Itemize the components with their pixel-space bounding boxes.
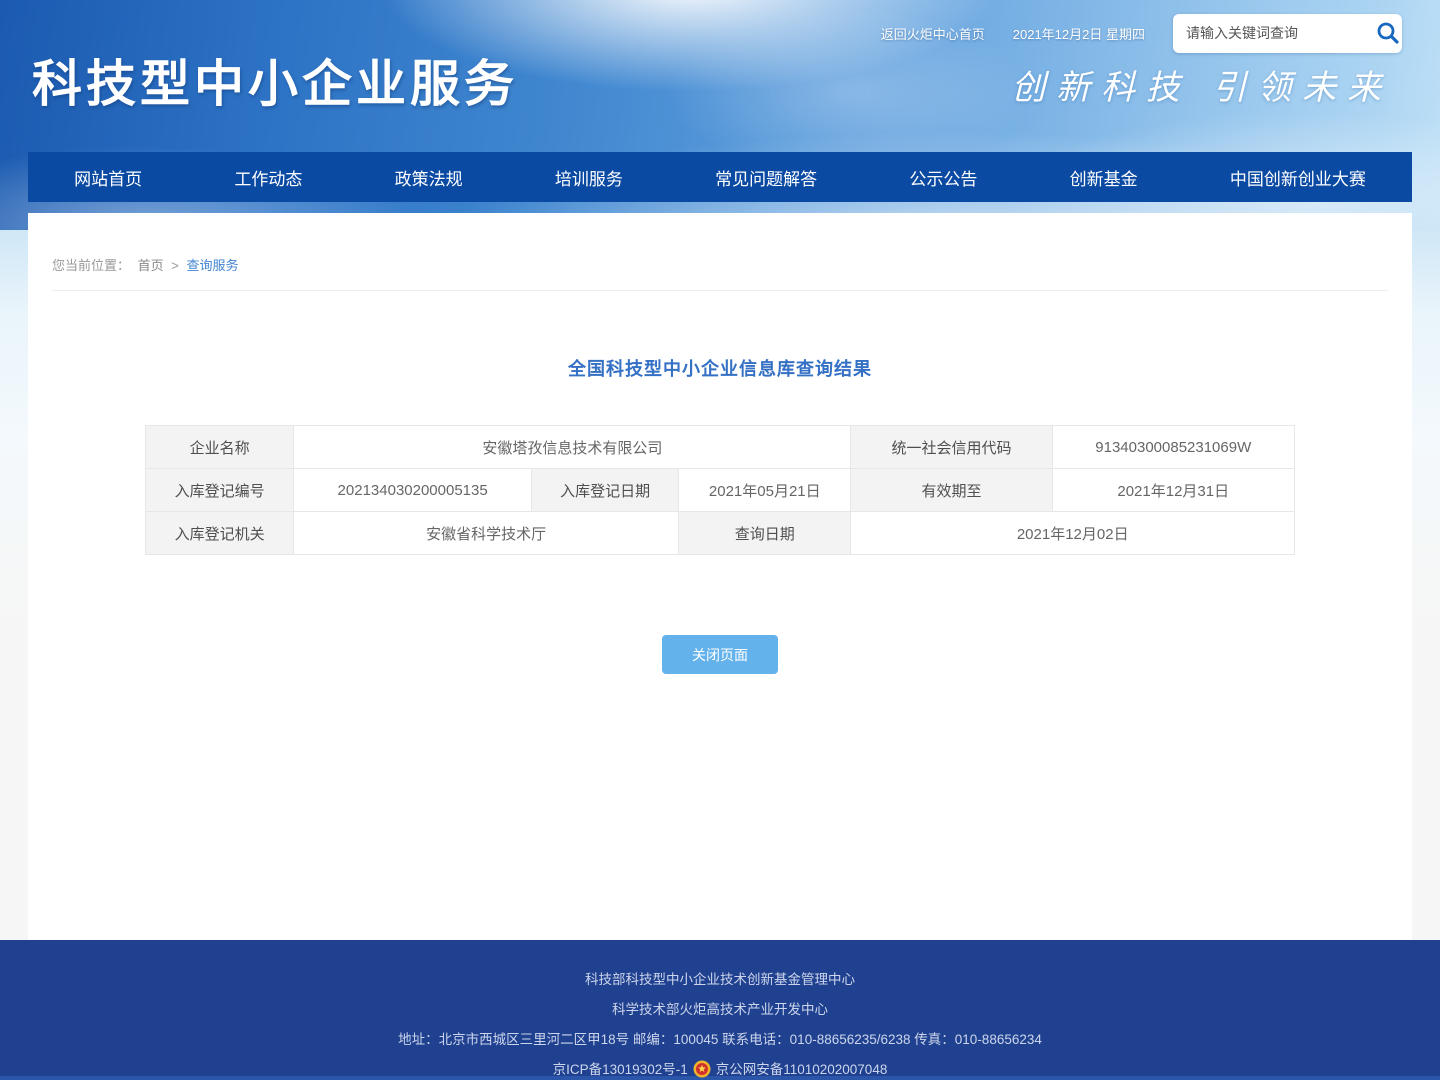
- breadcrumb-label: 您当前位置：: [52, 258, 130, 273]
- registration-number-label: 入库登记编号: [146, 469, 294, 512]
- breadcrumb: 您当前位置： 首页 > 查询服务: [52, 213, 1388, 291]
- brand-slogan: 创新科技 引领未来: [1011, 60, 1392, 109]
- table-row-company: 企业名称 安徽塔孜信息技术有限公司 统一社会信用代码 9134030008523…: [146, 426, 1295, 469]
- company-name-value: 安徽塔孜信息技术有限公司: [294, 426, 851, 469]
- query-date-label: 查询日期: [679, 512, 851, 555]
- nav-item-faq[interactable]: 常见问题解答: [707, 165, 825, 190]
- breadcrumb-separator: >: [171, 258, 179, 273]
- content-panel: 您当前位置： 首页 > 查询服务 全国科技型中小企业信息库查询结果 企业名称 安…: [28, 213, 1412, 940]
- site-footer: 科技部科技型中小企业技术创新基金管理中心 科学技术部火炬高技术产业开发中心 地址…: [0, 940, 1440, 1080]
- nav-item-training[interactable]: 培训服务: [547, 165, 631, 190]
- table-row-registration: 入库登记编号 202134030200005135 入库登记日期 2021年05…: [146, 469, 1295, 512]
- main-nav: 网站首页 工作动态 政策法规 培训服务 常见问题解答 公示公告 创新基金 中国创…: [28, 152, 1412, 202]
- table-row-authority: 入库登记机关 安徽省科学技术厅 查询日期 2021年12月02日: [146, 512, 1295, 555]
- registration-number-value: 202134030200005135: [294, 469, 532, 512]
- registration-authority-label: 入库登记机关: [146, 512, 294, 555]
- security-record-link[interactable]: 京公网安备11010202007048: [716, 1062, 888, 1077]
- registration-date-value: 2021年05月21日: [679, 469, 851, 512]
- registration-date-label: 入库登记日期: [532, 469, 679, 512]
- search-icon: [1375, 20, 1401, 46]
- query-date-value: 2021年12月02日: [851, 512, 1295, 555]
- top-utility-bar: 返回火炬中心首页 2021年12月2日 星期四: [0, 12, 1402, 54]
- current-date: 2021年12月2日 星期四: [1013, 24, 1145, 43]
- torch-center-home-link[interactable]: 返回火炬中心首页: [881, 24, 985, 43]
- valid-until-label: 有效期至: [851, 469, 1052, 512]
- button-row: 关闭页面: [28, 635, 1412, 674]
- footer-org-line-1: 科技部科技型中小企业技术创新基金管理中心: [0, 971, 1440, 988]
- result-table: 企业名称 安徽塔孜信息技术有限公司 统一社会信用代码 9134030008523…: [145, 425, 1295, 555]
- breadcrumb-current-link[interactable]: 查询服务: [187, 258, 239, 273]
- breadcrumb-home-link[interactable]: 首页: [138, 258, 164, 273]
- nav-item-competition[interactable]: 中国创新创业大赛: [1222, 165, 1374, 190]
- site-logo[interactable]: 科技型中小企业服务: [32, 44, 518, 116]
- company-name-label: 企业名称: [146, 426, 294, 469]
- footer-org-line-2: 科学技术部火炬高技术产业开发中心: [0, 1001, 1440, 1018]
- search-box: [1173, 14, 1402, 53]
- nav-item-work-news[interactable]: 工作动态: [226, 165, 310, 190]
- search-button[interactable]: [1373, 14, 1402, 53]
- footer-icp-line: 京ICP备13019302号-1 京公网安备11010202007048: [0, 1061, 1440, 1079]
- nav-item-policies[interactable]: 政策法规: [387, 165, 471, 190]
- registration-authority-value: 安徽省科学技术厅: [294, 512, 679, 555]
- page-title: 全国科技型中小企业信息库查询结果: [28, 355, 1412, 381]
- page: 返回火炬中心首页 2021年12月2日 星期四 科技型中小企业服务 创新科技 引…: [0, 0, 1440, 1080]
- valid-until-value: 2021年12月31日: [1052, 469, 1294, 512]
- nav-item-innovation-fund[interactable]: 创新基金: [1062, 165, 1146, 190]
- nav-item-home[interactable]: 网站首页: [66, 165, 150, 190]
- nav-item-announcements[interactable]: 公示公告: [901, 165, 985, 190]
- credit-code-label: 统一社会信用代码: [851, 426, 1052, 469]
- search-input[interactable]: [1173, 14, 1373, 53]
- police-badge-icon: [693, 1060, 711, 1078]
- footer-contact-line: 地址：北京市西城区三里河二区甲18号 邮编：100045 联系电话：010-88…: [0, 1031, 1440, 1048]
- icp-record-link[interactable]: 京ICP备13019302号-1: [553, 1062, 688, 1077]
- credit-code-value: 91340300085231069W: [1052, 426, 1294, 469]
- close-page-button[interactable]: 关闭页面: [662, 635, 778, 674]
